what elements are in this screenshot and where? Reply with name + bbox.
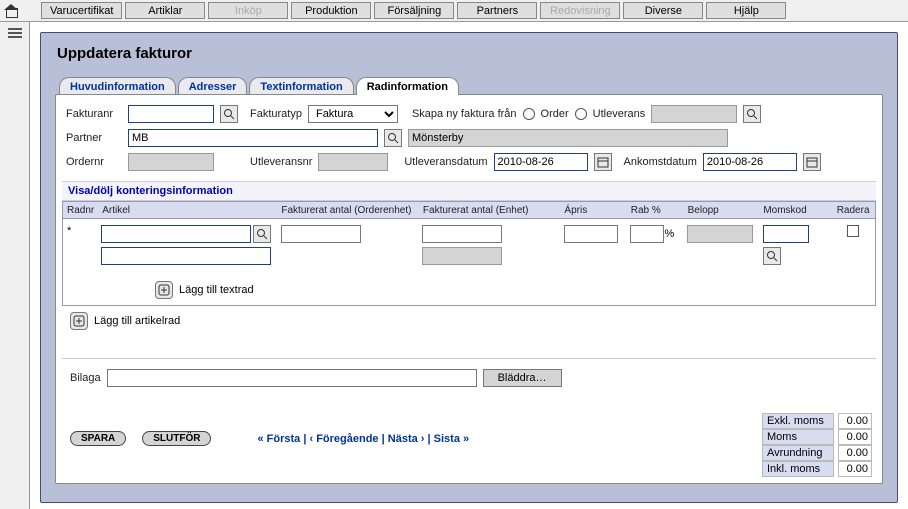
- momskod-search-icon[interactable]: [763, 247, 781, 265]
- top-menu-bar: Varucertifikat Artiklar Inköp Produktion…: [0, 0, 908, 22]
- moms-value: 0.00: [838, 429, 872, 445]
- menu-partners[interactable]: Partners: [457, 2, 537, 19]
- utleveransnr-input: [318, 153, 388, 171]
- inkl-moms-value: 0.00: [838, 461, 872, 477]
- tab-adresser[interactable]: Adresser: [178, 77, 248, 95]
- utleveransdatum-input[interactable]: [494, 153, 588, 171]
- fakturatyp-select[interactable]: Faktura: [308, 105, 398, 123]
- radio-order[interactable]: [523, 108, 535, 120]
- avrundning-value: 0.00: [838, 445, 872, 461]
- col-belopp: Belopp: [684, 202, 760, 218]
- ordernr-label: Ordernr: [66, 156, 122, 168]
- tab-body: Fakturanr Fakturatyp Faktura Skapa ny fa…: [55, 94, 883, 484]
- skapa-ref-search-icon[interactable]: [743, 105, 761, 123]
- pager-links: « Första | ‹ Föregående | Nästa › | Sist…: [257, 433, 469, 445]
- partner-code-input[interactable]: [128, 129, 378, 147]
- col-radnr: Radnr: [63, 202, 98, 218]
- add-artikelrad-label[interactable]: Lägg till artikelrad: [94, 315, 180, 327]
- grid-header: Radnr Artikel Fakturerat antal (Orderenh…: [63, 202, 875, 219]
- tab-strip: Huvudinformation Adresser Textinformatio…: [59, 76, 883, 94]
- radera-checkbox[interactable]: [847, 225, 859, 237]
- next-link[interactable]: Nästa ›: [388, 433, 425, 445]
- finish-button[interactable]: SLUTFÖR: [142, 431, 211, 446]
- moms-label: Moms: [762, 429, 834, 445]
- fakturanr-label: Fakturanr: [66, 108, 122, 120]
- utleveransnr-label: Utleveransnr: [250, 156, 312, 168]
- artikel-desc-input[interactable]: [101, 247, 271, 265]
- tab-huvudinformation[interactable]: Huvudinformation: [59, 77, 176, 95]
- tab-radinformation[interactable]: Radinformation: [356, 77, 459, 95]
- fakturanr-search-icon[interactable]: [220, 105, 238, 123]
- menu-diverse[interactable]: Diverse: [623, 2, 703, 19]
- grid-row: *: [63, 219, 875, 277]
- fakturanr-input[interactable]: [128, 105, 214, 123]
- bilaga-input[interactable]: [107, 369, 477, 387]
- order-label: Order: [541, 108, 569, 120]
- fa-enhet-display: [422, 247, 502, 265]
- menu-inkop: Inköp: [208, 2, 288, 19]
- partner-search-icon[interactable]: [384, 129, 402, 147]
- fa-enhet-input[interactable]: [422, 225, 502, 243]
- skapa-label: Skapa ny faktura från: [412, 108, 517, 120]
- save-button[interactable]: SPARA: [70, 431, 126, 446]
- ordernr-input: [128, 153, 214, 171]
- radio-utleverans[interactable]: [575, 108, 587, 120]
- utleveransdatum-calendar-icon[interactable]: [594, 153, 612, 171]
- col-momskod: Momskod: [759, 202, 831, 218]
- utleverans-label: Utleverans: [593, 108, 646, 120]
- home-icon[interactable]: [4, 4, 18, 18]
- menu-produktion[interactable]: Produktion: [291, 2, 371, 19]
- prev-link[interactable]: ‹ Föregående: [309, 433, 378, 445]
- belopp-display: [687, 225, 753, 243]
- exkl-moms-value: 0.00: [838, 413, 872, 429]
- momskod-input[interactable]: [763, 225, 809, 243]
- left-rail: [0, 22, 30, 509]
- inkl-moms-label: Inkl. moms: [762, 461, 834, 477]
- skapa-ref-input: [651, 105, 737, 123]
- add-textrad-icon[interactable]: [155, 281, 173, 299]
- avrundning-label: Avrundning: [762, 445, 834, 461]
- col-fa-order: Fakturerat antal (Orderenhet): [277, 202, 419, 218]
- tab-textinformation[interactable]: Textinformation: [249, 77, 353, 95]
- bilaga-label: Bilaga: [70, 372, 101, 384]
- exkl-moms-label: Exkl. moms: [762, 413, 834, 429]
- totals-box: Exkl. moms 0.00 Moms 0.00 Avrundning 0.0…: [762, 413, 872, 477]
- menu-forsaljning[interactable]: Försäljning: [374, 2, 454, 19]
- col-rab: Rab %: [627, 202, 684, 218]
- fa-order-input[interactable]: [281, 225, 361, 243]
- last-link[interactable]: Sista »: [434, 433, 469, 445]
- ankomstdatum-calendar-icon[interactable]: [803, 153, 821, 171]
- percent-sign: %: [664, 228, 674, 240]
- utleveransdatum-label: Utleveransdatum: [404, 156, 487, 168]
- apris-input[interactable]: [564, 225, 618, 243]
- menu-artiklar[interactable]: Artiklar: [125, 2, 205, 19]
- ankomstdatum-label: Ankomstdatum: [624, 156, 697, 168]
- browse-button[interactable]: Bläddra…: [483, 369, 562, 387]
- add-artikelrad-icon[interactable]: [70, 312, 88, 330]
- kontering-toggle[interactable]: Visa/dölj konteringsinformation: [62, 181, 876, 201]
- page-title: Uppdatera fakturor: [57, 45, 883, 62]
- hamburger-icon[interactable]: [8, 28, 22, 38]
- col-apris: Ápris: [560, 202, 626, 218]
- add-textrad-label[interactable]: Lägg till textrad: [179, 284, 254, 296]
- ankomstdatum-input[interactable]: [703, 153, 797, 171]
- main-panel: Uppdatera fakturor Huvudinformation Adre…: [40, 32, 898, 503]
- first-link[interactable]: « Första: [257, 433, 300, 445]
- partner-name-display: [408, 129, 728, 147]
- artikel-search-icon[interactable]: [253, 225, 271, 243]
- partner-label: Partner: [66, 132, 122, 144]
- col-fa-enhet: Fakturerat antal (Enhet): [419, 202, 561, 218]
- col-radera: Radera: [831, 202, 875, 218]
- col-artikel: Artikel: [98, 202, 277, 218]
- menu-varucertifikat[interactable]: Varucertifikat: [41, 2, 122, 19]
- menu-redovisning: Redovisning: [540, 2, 620, 19]
- rab-input[interactable]: [630, 225, 664, 243]
- line-grid: Radnr Artikel Fakturerat antal (Orderenh…: [62, 201, 876, 306]
- artikel-code-input[interactable]: [101, 225, 251, 243]
- fakturatyp-label: Fakturatyp: [250, 108, 302, 120]
- menu-hjalp[interactable]: Hjälp: [706, 2, 786, 19]
- cell-radnr: *: [63, 223, 97, 277]
